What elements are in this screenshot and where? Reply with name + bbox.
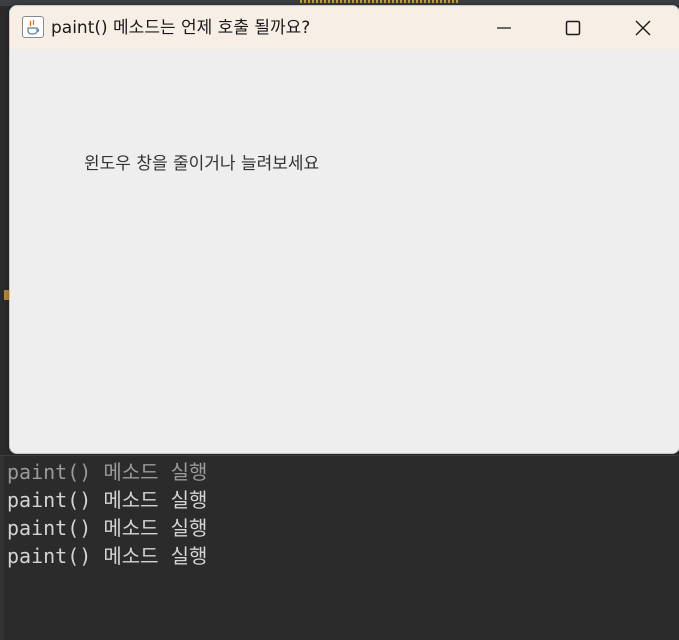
close-icon [635,20,651,36]
minimize-icon [497,27,511,29]
console-line: paint() 메소드 실행 [7,544,208,568]
minimize-button[interactable] [471,6,537,49]
window-title: paint() 메소드는 언제 호출 될까요? [51,18,311,38]
console-output[interactable]: paint() 메소드 실행 paint() 메소드 실행 paint() 메소… [0,455,679,640]
instruction-label: 윈도우 창을 줄이거나 늘려보세요 [84,154,320,174]
console-gutter [0,456,4,640]
console-line: paint() 메소드 실행 [7,488,208,512]
ide-editor-tab-accent [300,0,460,3]
window-content-pane: 윈도우 창을 줄이거나 늘려보세요 [10,49,679,453]
window-titlebar[interactable]: paint() 메소드는 언제 호출 될까요? [10,6,679,49]
console-line: paint() 메소드 실행 [7,460,208,484]
close-button[interactable] [610,6,676,49]
maximize-icon [565,20,581,36]
console-line: paint() 메소드 실행 [7,516,208,540]
java-app-icon [22,16,44,38]
swing-window: paint() 메소드는 언제 호출 될까요? 윈도우 창을 줄이거나 늘려보세… [9,5,679,454]
maximize-button[interactable] [540,6,606,49]
